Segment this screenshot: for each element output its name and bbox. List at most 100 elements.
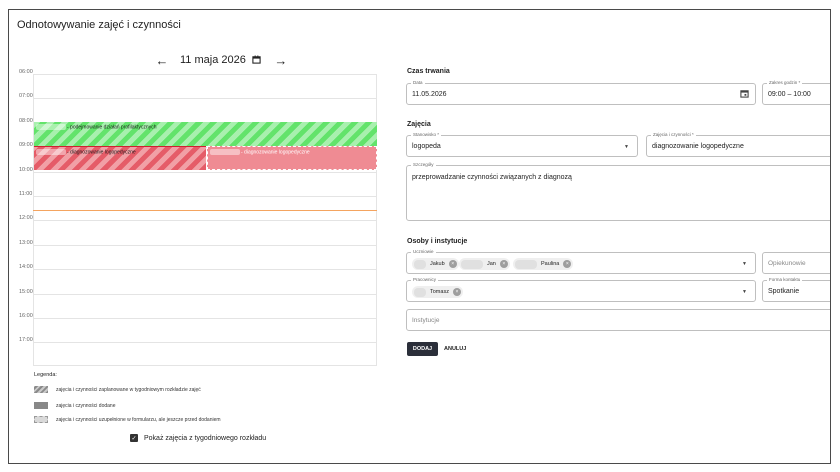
- event-label: - diagnozowanie logopedyczne: [67, 149, 136, 156]
- hour-row: 15:00: [9, 289, 379, 318]
- uczniowie-select[interactable]: Uczniowie Jakub × Jan × Paulina × ▼: [406, 249, 756, 274]
- hour-label: 07:00: [19, 93, 33, 100]
- prev-day-button[interactable]: ←: [150, 48, 174, 72]
- hour-row: 13:00: [9, 240, 379, 269]
- calendar-icon[interactable]: [252, 51, 261, 69]
- hour-row: 17:00: [9, 337, 379, 366]
- opiekunowie-select[interactable]: Opiekunowie: [762, 252, 830, 274]
- avatar: [414, 259, 426, 269]
- stanowisko-select[interactable]: Stanowisko * logopeda ▼: [406, 132, 638, 157]
- remove-chip-icon[interactable]: ×: [452, 288, 461, 296]
- employee-chip[interactable]: Tomasz ×: [412, 286, 463, 298]
- hour-label: 11:00: [19, 191, 33, 197]
- date-navigation: ← 11 maja 2026 →: [150, 48, 293, 72]
- legend-swatch-added: [34, 402, 48, 409]
- event-blurred-person: [210, 149, 240, 155]
- legend-text: zajęcia i czynności zaplanowane w tygodn…: [56, 386, 201, 393]
- pracownicy-select[interactable]: Pracownicy Tomasz × ▼: [406, 277, 756, 302]
- day-calendar: 06:00 07:00 08:00 09:00 10:00 11:00 12:0…: [9, 69, 379, 366]
- event-planned-prophylaxis[interactable]: - podejmowanie działań profilaktycznych: [34, 122, 377, 146]
- hour-line: [33, 196, 377, 197]
- page-title: Odnotowywanie zajęć i czynności: [17, 19, 181, 31]
- employee-name: Tomasz: [430, 289, 449, 295]
- calendar-bottom-line: [33, 365, 377, 366]
- hour-line: [33, 342, 377, 344]
- add-button[interactable]: DODAJ: [407, 342, 438, 356]
- hour-label: 15:00: [19, 288, 33, 295]
- section-zajecia: Zajęcia: [407, 121, 431, 128]
- hour-label: 17:00: [19, 337, 33, 344]
- avatar: [461, 259, 483, 269]
- calendar-icon[interactable]: [740, 89, 749, 100]
- hour-row: 11:00: [9, 191, 379, 220]
- current-time-indicator: [33, 210, 377, 211]
- szczegoly-label: Szczegóły: [411, 162, 436, 167]
- legend-swatch-pending: [34, 416, 48, 423]
- hour-line: [33, 98, 377, 100]
- forma-kontaktu-label: Forma kontaktu: [767, 277, 803, 282]
- hour-label: 08:00: [19, 117, 33, 124]
- legend-swatch-planned: [34, 386, 48, 393]
- show-weekly-label: Pokaż zajęcia z tygodniowego rozkładu: [144, 434, 267, 442]
- event-added-diagnosis[interactable]: - diagnozowanie logopedyczne: [34, 146, 206, 170]
- cancel-button[interactable]: ANULUJ: [444, 342, 466, 356]
- hour-row: 14:00: [9, 264, 379, 293]
- checkbox-checked-icon[interactable]: ✓: [130, 434, 138, 442]
- szczegoly-value: przeprowadzanie czynności związanych z d…: [412, 174, 572, 181]
- zajecia-select[interactable]: Zajęcia i czynności * diagnozowanie logo…: [646, 132, 830, 157]
- dropdown-arrow-icon[interactable]: ▼: [742, 261, 747, 267]
- time-range-label: Zakres godzin *: [767, 80, 803, 85]
- remove-chip-icon[interactable]: ×: [499, 260, 508, 268]
- app-window: Odnotowywanie zajęć i czynności ← 11 maj…: [8, 9, 831, 464]
- hour-line: [33, 171, 377, 173]
- hour-row: 12:00: [9, 215, 379, 244]
- legend-item: zajęcia i czynności zaplanowane w tygodn…: [34, 386, 201, 393]
- pracownicy-label: Pracownicy: [411, 277, 439, 282]
- date-field-label: Data: [411, 80, 425, 85]
- forma-kontaktu-select[interactable]: Forma kontaktu Spotkanie: [762, 277, 830, 302]
- student-chip[interactable]: Jakub ×: [412, 258, 459, 270]
- hour-row: 10:00: [9, 167, 379, 196]
- legend-title: Legenda:: [34, 372, 57, 378]
- show-weekly-toggle[interactable]: ✓ Pokaż zajęcia z tygodniowego rozkładu: [130, 434, 266, 442]
- current-date: 11 maja 2026: [180, 54, 246, 66]
- hour-label: 10:00: [19, 166, 33, 173]
- instytucje-select[interactable]: Instytucje: [406, 309, 830, 331]
- instytucje-placeholder: Instytucje: [412, 317, 440, 324]
- student-chip[interactable]: Paulina ×: [513, 258, 574, 270]
- event-blurred-person: [36, 149, 66, 155]
- hour-line: [33, 269, 377, 271]
- dropdown-arrow-icon[interactable]: ▼: [624, 144, 629, 150]
- date-field-value: 11.05.2026: [412, 91, 447, 98]
- next-day-button[interactable]: →: [269, 48, 293, 72]
- forma-kontaktu-value: Spotkanie: [768, 288, 800, 295]
- time-range-field[interactable]: Zakres godzin * 09:00 – 10:00: [762, 80, 830, 105]
- opiekunowie-placeholder: Opiekunowie: [768, 260, 806, 267]
- legend-text: zajęcia i czynności uzupełnione w formul…: [56, 416, 221, 423]
- event-blurred-person: [36, 124, 66, 130]
- student-chip[interactable]: Jan ×: [459, 258, 510, 270]
- hour-label: 14:00: [19, 264, 33, 271]
- hour-line: [33, 74, 377, 75]
- hour-label: 09:00: [19, 142, 33, 149]
- stanowisko-label: Stanowisko *: [411, 132, 442, 137]
- hour-line: [33, 244, 377, 246]
- student-name: Paulina: [541, 261, 560, 267]
- zajecia-label: Zajęcia i czynności *: [651, 132, 696, 137]
- date-field[interactable]: Data 11.05.2026: [406, 80, 756, 105]
- time-range-value: 09:00 – 10:00: [768, 91, 811, 98]
- hour-row: 16:00: [9, 313, 379, 342]
- remove-chip-icon[interactable]: ×: [448, 260, 457, 268]
- szczegoly-textarea[interactable]: Szczegóły przeprowadzanie czynności zwią…: [406, 162, 830, 221]
- section-osoby: Osoby i instytucje: [407, 238, 468, 245]
- legend-text: zajęcia i czynności dodane: [56, 402, 116, 409]
- event-pending-diagnosis[interactable]: - diagnozowanie logopedyczne: [207, 146, 377, 170]
- hour-line: [33, 293, 377, 295]
- hour-row: 06:00: [9, 69, 379, 98]
- hour-label: 13:00: [19, 239, 33, 246]
- legend-item: zajęcia i czynności dodane: [34, 402, 115, 409]
- dropdown-arrow-icon[interactable]: ▼: [742, 289, 747, 295]
- avatar: [414, 287, 426, 297]
- event-label: - podejmowanie działań profilaktycznych: [67, 124, 157, 131]
- remove-chip-icon[interactable]: ×: [563, 260, 572, 268]
